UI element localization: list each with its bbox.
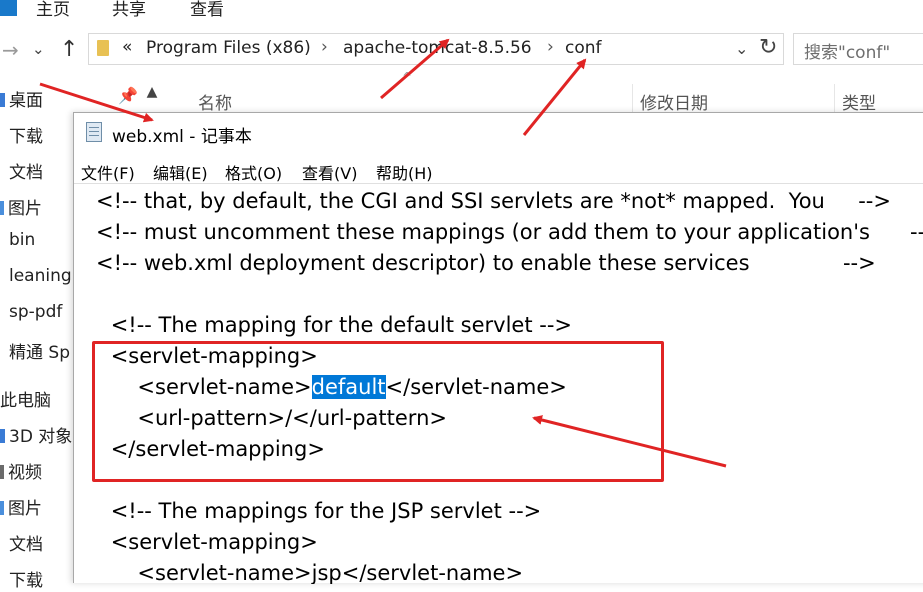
sort-caret-icon: ^ <box>402 70 413 84</box>
file-tab[interactable] <box>0 0 17 16</box>
nav-item-leaning[interactable]: leaning <box>0 266 72 292</box>
breadcrumb-conf[interactable]: conf <box>565 38 602 58</box>
column-name[interactable]: 名称 <box>198 89 232 114</box>
chevron-right-icon: › <box>547 37 554 57</box>
nav-item-sp-pdf[interactable]: sp-pdf <box>0 302 62 328</box>
nav-item-videos[interactable]: 视频 <box>0 458 42 484</box>
nav-item-this-pc[interactable]: 此电脑 <box>0 386 51 412</box>
code-line: <servlet-name>jsp</servlet-name> <box>84 561 524 584</box>
menu-help[interactable]: 帮助(H) <box>376 160 433 184</box>
nav-item-documents[interactable]: 文档 <box>0 158 43 184</box>
code-line: <!-- that, by default, the CGI and SSI s… <box>96 189 891 213</box>
ribbon-tab-share[interactable]: 共享 <box>112 0 146 20</box>
forward-arrow-icon[interactable]: → <box>2 38 19 62</box>
code-line: <servlet-mapping> <box>84 530 318 554</box>
nav-item-downloads-2[interactable]: 下载 <box>0 566 43 592</box>
breadcrumb-tomcat[interactable]: apache-tomcat-8.5.56 <box>343 38 532 58</box>
address-dropdown-icon[interactable]: ⌄ <box>735 39 748 58</box>
column-modified[interactable]: 修改日期 <box>640 89 708 114</box>
menu-edit[interactable]: 编辑(E) <box>153 160 208 184</box>
column-divider[interactable] <box>632 84 633 112</box>
refresh-icon[interactable]: ↻ <box>759 35 777 60</box>
nav-item-bin[interactable]: bin <box>0 230 35 256</box>
nav-item-documents-2[interactable]: 文档 <box>0 530 43 556</box>
code-line: <!-- The mapping for the default servlet… <box>84 313 573 337</box>
breadcrumb-program-files[interactable]: Program Files (x86) <box>146 38 311 58</box>
navigation-pane: 桌面 下载 文档 图片 bin leaning sp-pdf 精通 Sp 此电脑… <box>0 80 76 591</box>
menu-file[interactable]: 文件(F) <box>81 160 135 184</box>
notepad-titlebar[interactable]: web.xml - 记事本 <box>74 113 923 153</box>
breadcrumb-overflow[interactable]: « <box>122 37 132 57</box>
nav-item-3d-objects[interactable]: 3D 对象 <box>0 422 72 448</box>
pin-icon[interactable]: 📌 <box>118 86 138 105</box>
folder-icon <box>97 40 109 56</box>
column-divider[interactable] <box>834 84 835 112</box>
nav-item-downloads[interactable]: 下载 <box>0 122 43 148</box>
ribbon-tabs: 主页 共享 查看 <box>0 0 923 22</box>
up-arrow-icon[interactable]: ↑ <box>60 37 78 62</box>
ribbon-tab-view[interactable]: 查看 <box>190 0 224 20</box>
highlight-box <box>92 341 664 482</box>
menu-format[interactable]: 格式(O) <box>225 160 282 184</box>
code-line: <!-- must uncomment these mappings (or a… <box>96 220 923 244</box>
code-line: <!-- The mappings for the JSP servlet --… <box>84 499 542 523</box>
column-type[interactable]: 类型 <box>842 89 876 114</box>
chevron-down-icon[interactable]: ⌄ <box>32 40 45 58</box>
menu-bar: 文件(F) 编辑(E) 格式(O) 查看(V) 帮助(H) <box>74 157 923 183</box>
chevron-right-icon: › <box>321 37 328 57</box>
menu-view[interactable]: 查看(V) <box>302 160 357 184</box>
address-bar[interactable]: « Program Files (x86) › apache-tomcat-8.… <box>88 33 784 65</box>
nav-item-pictures-2[interactable]: 图片 <box>0 494 42 520</box>
ribbon-tab-home[interactable]: 主页 <box>36 0 70 20</box>
search-input[interactable]: 搜索"conf" <box>793 33 923 65</box>
notepad-icon <box>86 122 102 142</box>
window-title: web.xml - 记事本 <box>112 127 252 147</box>
scroll-up-icon[interactable]: ▲ <box>142 84 162 104</box>
code-line: <!-- web.xml deployment descriptor) to e… <box>96 251 876 275</box>
nav-item-pictures[interactable]: 图片 <box>0 194 42 220</box>
nav-item-spring[interactable]: 精通 Sp <box>0 338 70 364</box>
nav-item-desktop[interactable]: 桌面 <box>0 86 43 112</box>
